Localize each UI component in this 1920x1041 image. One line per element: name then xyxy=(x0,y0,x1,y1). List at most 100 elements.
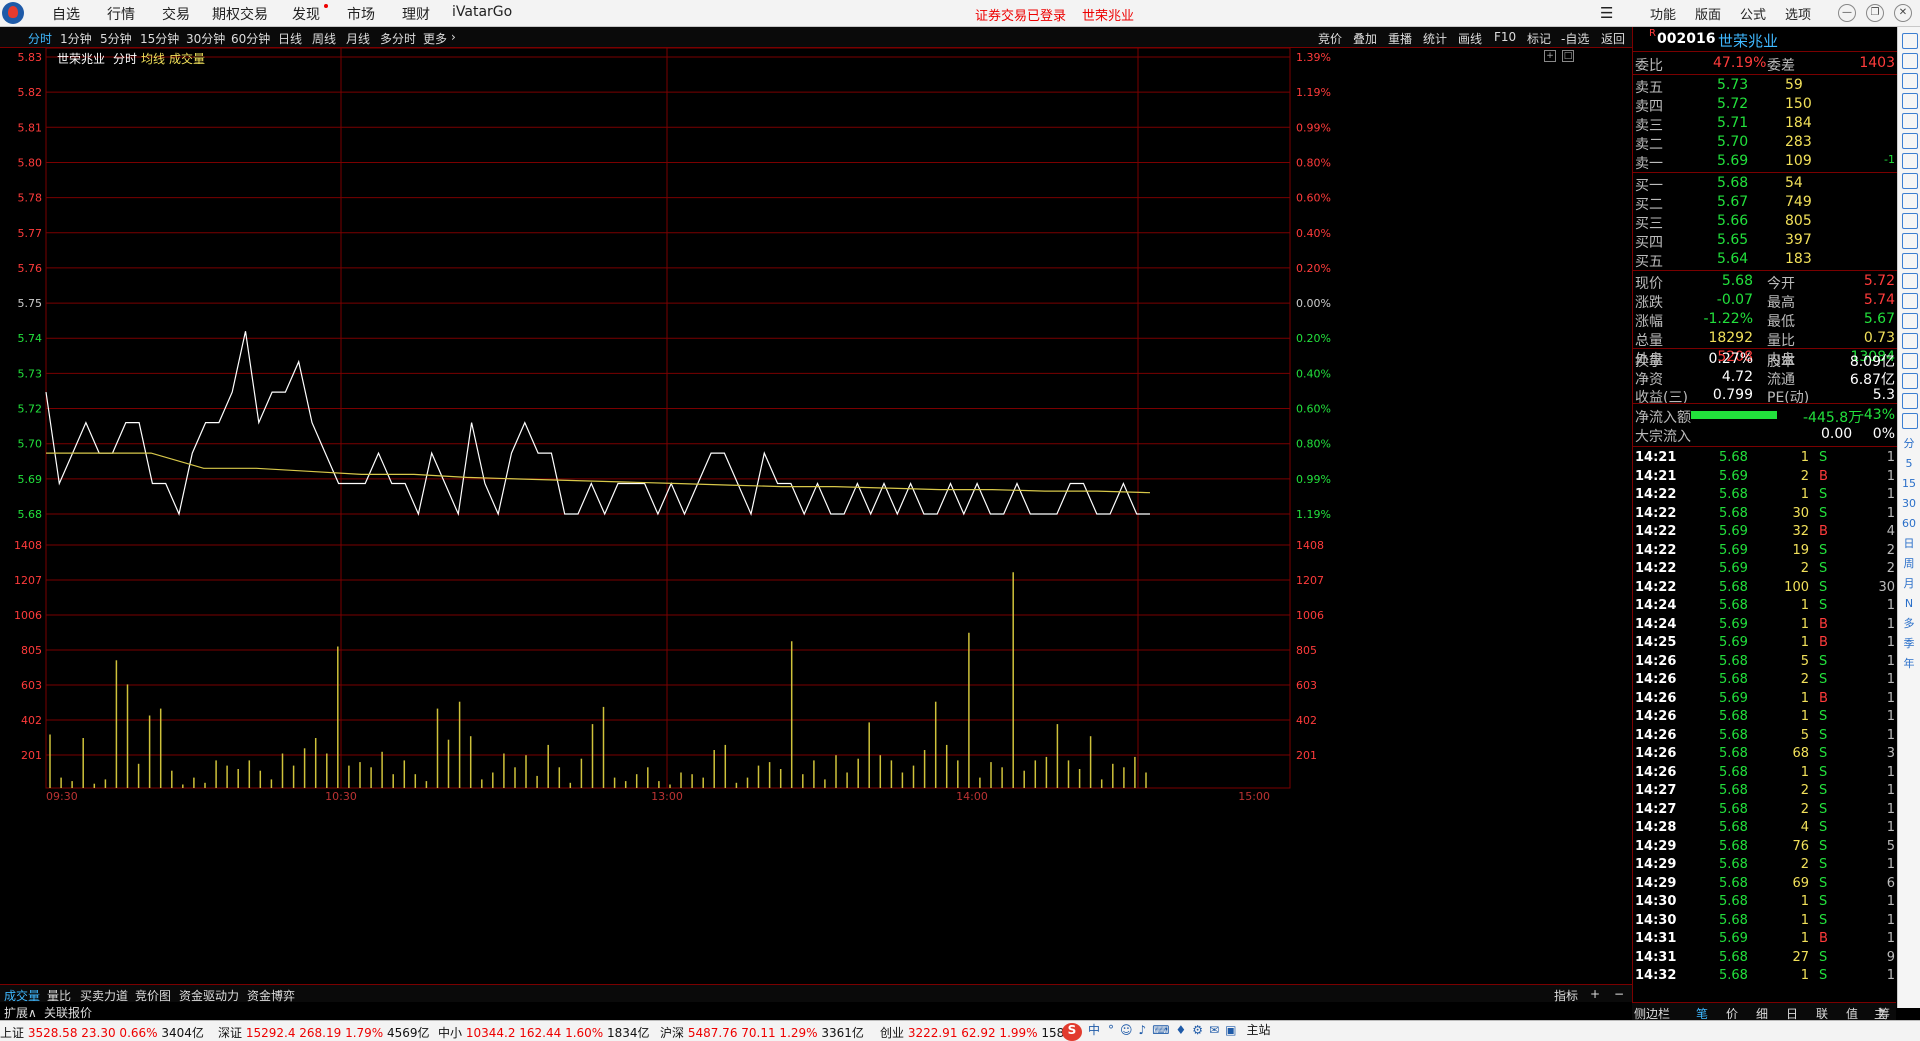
menu-ivatargo[interactable]: iVatarGo xyxy=(452,4,512,20)
chevron-right-icon[interactable]: › xyxy=(451,30,456,44)
tray-icon[interactable]: ☺ xyxy=(1120,1023,1133,1037)
tool-icon[interactable] xyxy=(1902,173,1918,189)
period-intraday[interactable]: 分时 xyxy=(28,30,52,47)
bid-row[interactable]: 买五 5.64 183 xyxy=(1633,250,1897,270)
tool-icon[interactable] xyxy=(1902,393,1918,409)
menu-formula[interactable]: 公式 xyxy=(1740,4,1766,23)
period-shortcut-icon[interactable]: 日 xyxy=(1902,537,1916,551)
menu-market[interactable]: 市场 xyxy=(347,4,375,24)
tray-icon[interactable]: ♪ xyxy=(1139,1023,1147,1037)
menu-watchlist[interactable]: 自选 xyxy=(52,4,80,24)
period-60min[interactable]: 60分钟 xyxy=(231,30,270,47)
bid-row[interactable]: 买一 5.68 54 xyxy=(1633,174,1897,194)
menu-quotes[interactable]: 行情 xyxy=(107,4,135,24)
tool-icon[interactable] xyxy=(1902,153,1918,169)
period-shortcut-icon[interactable]: 季 xyxy=(1902,637,1916,651)
period-month[interactable]: 月线 xyxy=(346,30,370,47)
tool-draw[interactable]: 画线 xyxy=(1458,30,1482,47)
tray-icon[interactable]: ✉ xyxy=(1209,1023,1219,1037)
restore-icon[interactable]: ❐ xyxy=(1866,4,1884,22)
period-shortcut-icon[interactable]: 多 xyxy=(1902,617,1916,631)
tray-icon[interactable]: ▣ xyxy=(1225,1023,1236,1037)
period-shortcut-icon[interactable]: 60 xyxy=(1902,517,1916,531)
tool-icon[interactable] xyxy=(1902,313,1918,329)
menu-functions[interactable]: 功能 xyxy=(1650,4,1676,23)
tool-icon[interactable] xyxy=(1902,193,1918,209)
tool-icon[interactable] xyxy=(1902,113,1918,129)
tool-icon[interactable] xyxy=(1902,293,1918,309)
ask-row[interactable]: 卖三 5.71 184 xyxy=(1633,114,1897,134)
maximize-chart-icon[interactable]: □ xyxy=(1562,50,1574,62)
tool-icon[interactable] xyxy=(1902,413,1918,429)
tool-icon[interactable] xyxy=(1902,233,1918,249)
close-icon[interactable]: ✕ xyxy=(1894,4,1912,22)
tool-icon[interactable] xyxy=(1902,253,1918,269)
period-shortcut-icon[interactable]: N xyxy=(1902,597,1916,611)
tool-mark[interactable]: 标记 xyxy=(1527,30,1551,47)
tool-icon[interactable] xyxy=(1902,333,1918,349)
index-quote[interactable]: 中小 10344.2 162.44 1.60% 1834亿 xyxy=(438,1024,650,1041)
ime-mode-icon[interactable]: 中 xyxy=(1088,1023,1100,1037)
period-multi-day[interactable]: 多分时 xyxy=(380,30,416,47)
period-shortcut-icon[interactable]: 30 xyxy=(1902,497,1916,511)
menu-wealth[interactable]: 理财 xyxy=(402,4,430,24)
tool-overlay[interactable]: 叠加 xyxy=(1353,30,1377,47)
tray-icon[interactable]: ⚙ xyxy=(1192,1023,1203,1037)
tool-icon[interactable] xyxy=(1902,53,1918,69)
tray-icon[interactable]: ♦ xyxy=(1176,1023,1187,1037)
related-quotes-button[interactable]: 关联报价 xyxy=(44,1004,92,1021)
ask-row[interactable]: 卖四 5.72 150 xyxy=(1633,95,1897,115)
period-day[interactable]: 日线 xyxy=(278,30,302,47)
period-shortcut-icon[interactable]: 周 xyxy=(1902,557,1916,571)
tray-icon[interactable]: ° xyxy=(1108,1023,1114,1037)
bid-row[interactable]: 买二 5.67 749 xyxy=(1633,193,1897,213)
bid-row[interactable]: 买三 5.66 805 xyxy=(1633,212,1897,232)
period-shortcut-icon[interactable]: 15 xyxy=(1902,477,1916,491)
tool-icon[interactable] xyxy=(1902,73,1918,89)
menu-options[interactable]: 选项 xyxy=(1785,4,1811,23)
tool-f10[interactable]: F10 xyxy=(1494,30,1516,44)
sogou-ime-icon[interactable]: S xyxy=(1062,1023,1082,1041)
remove-indicator-button[interactable]: − xyxy=(1614,987,1624,1001)
tool-remove-watchlist[interactable]: -自选 xyxy=(1561,30,1589,47)
tool-icon[interactable] xyxy=(1902,33,1918,49)
ask-row[interactable]: 卖一 5.69 109 -1 xyxy=(1633,152,1897,172)
tool-replay[interactable]: 重播 xyxy=(1388,30,1412,47)
period-1min[interactable]: 1分钟 xyxy=(60,30,92,47)
tool-icon[interactable] xyxy=(1902,273,1918,289)
period-more[interactable]: 更多 xyxy=(423,30,447,47)
bid-row[interactable]: 买四 5.65 397 xyxy=(1633,231,1897,251)
period-shortcut-icon[interactable]: 月 xyxy=(1902,577,1916,591)
menu-trade[interactable]: 交易 xyxy=(162,4,190,24)
zoom-in-icon[interactable]: + xyxy=(1544,50,1556,62)
tool-icon[interactable] xyxy=(1902,93,1918,109)
tray-icon[interactable]: ⌨ xyxy=(1152,1023,1169,1037)
period-30min[interactable]: 30分钟 xyxy=(186,30,225,47)
tool-icon[interactable] xyxy=(1902,373,1918,389)
index-quote[interactable]: 上证 3528.58 23.30 0.66% 3404亿 xyxy=(0,1024,204,1041)
tool-back[interactable]: 返回 xyxy=(1601,30,1625,47)
index-quote[interactable]: 沪深 5487.76 70.11 1.29% 3361亿 xyxy=(660,1024,864,1041)
ask-row[interactable]: 卖五 5.73 59 xyxy=(1633,76,1897,96)
menu-discover[interactable]: 发现 xyxy=(292,4,320,24)
period-shortcut-icon[interactable]: 分 xyxy=(1902,437,1916,451)
expand-button[interactable]: 扩展∧ xyxy=(4,1004,37,1021)
period-shortcut-icon[interactable]: 年 xyxy=(1902,657,1916,671)
ask-row[interactable]: 卖二 5.70 283 xyxy=(1633,133,1897,153)
intraday-chart[interactable]: 5.83 1.39% 5.82 1.19% 5.81 0.99% 5.80 0.80% 5.78… xyxy=(0,48,1632,966)
period-5min[interactable]: 5分钟 xyxy=(100,30,132,47)
tool-icon[interactable] xyxy=(1902,353,1918,369)
index-quote[interactable]: 创业 3222.91 62.92 1.99% 158 xyxy=(880,1024,1064,1041)
period-shortcut-icon[interactable]: 5 xyxy=(1902,457,1916,471)
tool-statistics[interactable]: 统计 xyxy=(1423,30,1447,47)
tool-icon[interactable] xyxy=(1902,133,1918,149)
minimize-icon[interactable]: — xyxy=(1838,4,1856,22)
tool-auction[interactable]: 竞价 xyxy=(1318,30,1342,47)
tool-icon[interactable] xyxy=(1902,213,1918,229)
index-quote[interactable]: 深证 15292.4 268.19 1.79% 4569亿 xyxy=(218,1024,430,1041)
menu-layout[interactable]: 版面 xyxy=(1695,4,1721,23)
menu-options-trade[interactable]: 期权交易 xyxy=(212,4,268,24)
period-week[interactable]: 周线 xyxy=(312,30,336,47)
period-15min[interactable]: 15分钟 xyxy=(140,30,179,47)
menu-toggle-icon[interactable]: ☰ xyxy=(1600,4,1613,22)
